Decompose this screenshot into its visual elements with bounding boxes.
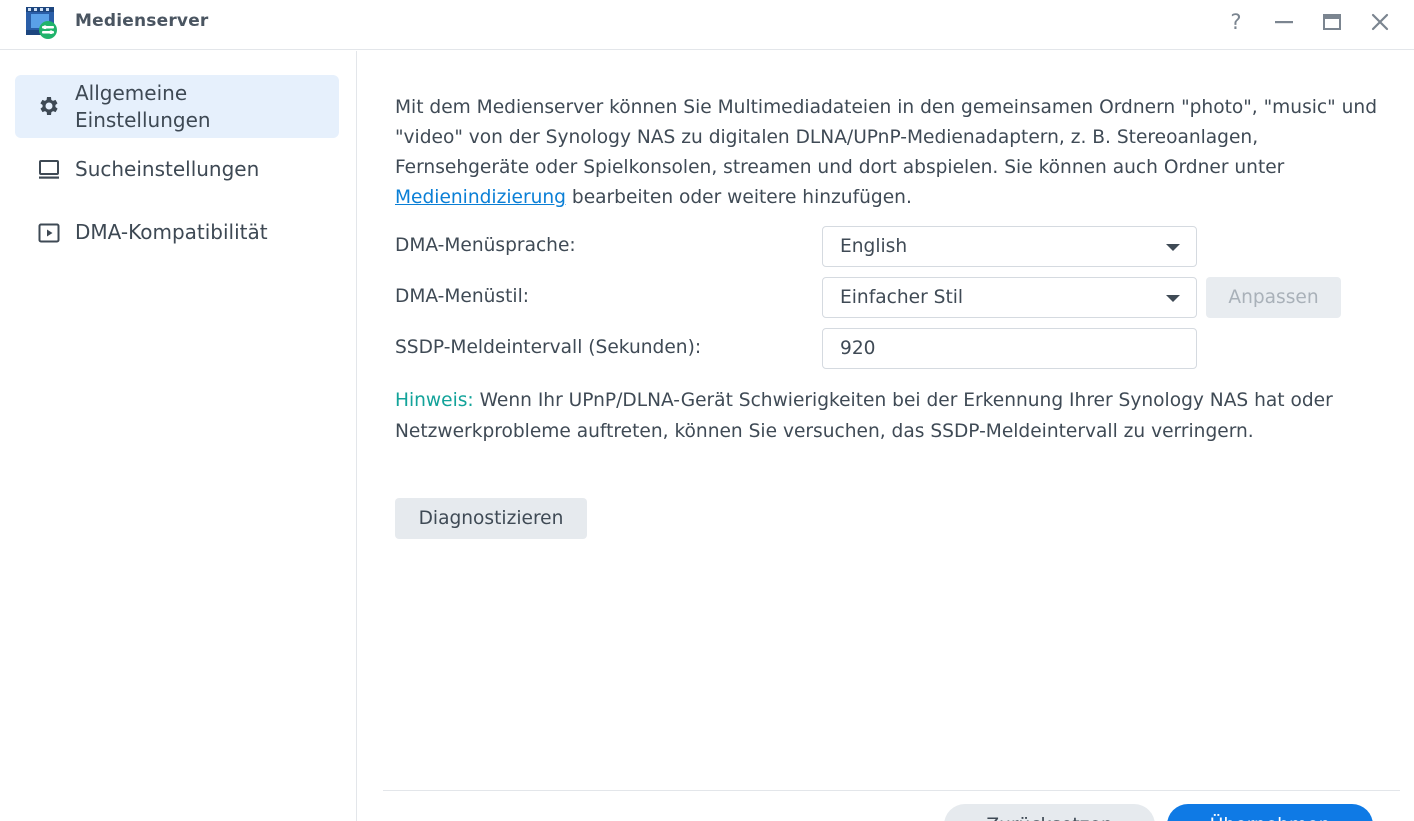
customize-button[interactable]: Anpassen [1206, 277, 1341, 318]
monitor-icon [36, 157, 62, 183]
help-icon[interactable]: ? [1222, 8, 1250, 36]
menu-language-value: English [840, 236, 908, 257]
diagnose-button[interactable]: Diagnostizieren [395, 498, 587, 539]
close-icon[interactable] [1366, 8, 1394, 36]
menu-style-value: Einfacher Stil [840, 287, 964, 308]
footer-divider [383, 790, 1400, 791]
menu-language-label: DMA-Menüsprache: [395, 235, 576, 256]
gear-icon [36, 93, 62, 119]
chevron-down-icon [1166, 295, 1180, 302]
reset-button[interactable]: Zurücksetzen [944, 804, 1155, 821]
ssdp-interval-input[interactable] [822, 328, 1197, 369]
sidebar-item-general-settings[interactable]: Allgemeine Einstellungen [15, 75, 339, 138]
menu-style-label: DMA-Menüstil: [395, 286, 530, 307]
sidebar-item-search-settings[interactable]: Sucheinstellungen [15, 149, 339, 193]
media-indexing-link[interactable]: Medienindizierung [395, 187, 566, 208]
apply-button[interactable]: Übernehmen [1167, 804, 1373, 821]
maximize-icon[interactable] [1318, 8, 1346, 36]
chevron-down-icon [1166, 244, 1180, 251]
menu-language-select[interactable]: English [822, 226, 1197, 267]
minimize-icon[interactable] [1270, 8, 1298, 36]
title-bar: Medienserver ? [0, 0, 1414, 50]
intro-text: Mit dem Medienserver können Sie Multimed… [395, 97, 1377, 208]
sidebar: Allgemeine Einstellungen Sucheinstellung… [0, 51, 357, 821]
hint-text: Hinweis: Wenn Ihr UPnP/DLNA-Gerät Schwie… [395, 390, 1333, 442]
media-server-icon [24, 5, 60, 39]
sidebar-item-label: Allgemeine Einstellungen [75, 81, 211, 132]
window-title: Medienserver [75, 11, 209, 31]
sidebar-item-label: Sucheinstellungen [75, 157, 260, 181]
sidebar-item-dma-compatibility[interactable]: DMA-Kompatibilität [15, 213, 339, 253]
ssdp-interval-label: SSDP-Meldeintervall (Sekunden): [395, 337, 702, 358]
hint-label: Hinweis: [395, 390, 474, 411]
main-panel: Mit dem Medienserver können Sie Multimed… [358, 51, 1414, 821]
play-box-icon [36, 220, 62, 246]
menu-style-select[interactable]: Einfacher Stil [822, 277, 1197, 318]
sidebar-item-label: DMA-Kompatibilität [75, 220, 268, 244]
